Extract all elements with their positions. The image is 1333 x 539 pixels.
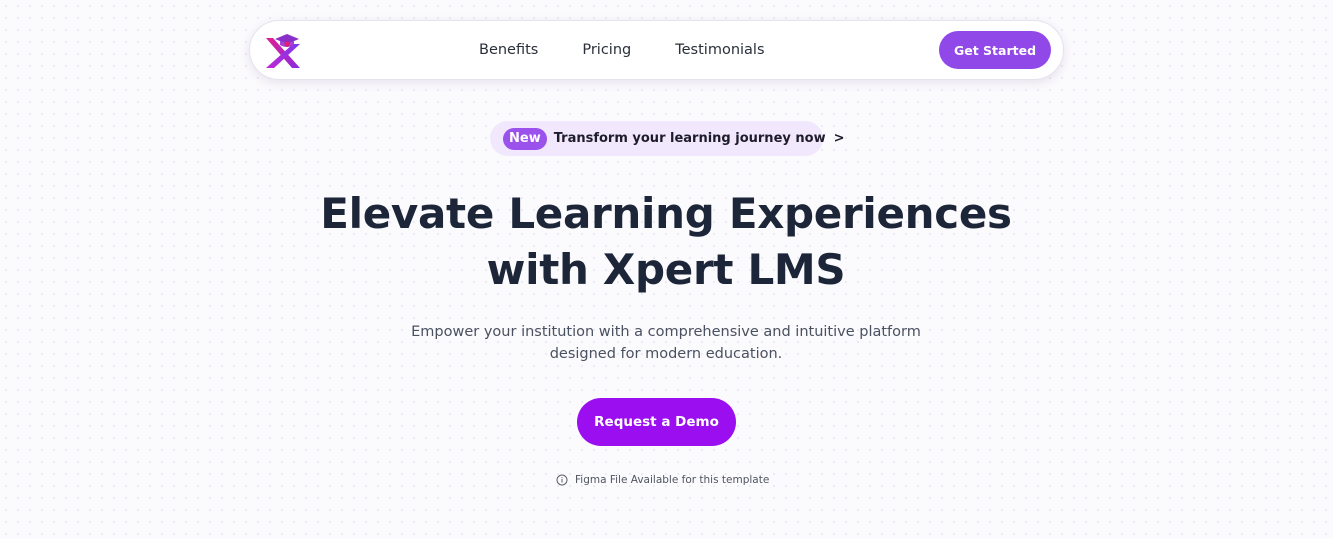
new-badge: New (503, 127, 547, 150)
xpert-logo-icon[interactable] (262, 30, 306, 72)
figma-note-text: Figma File Available for this template (575, 473, 770, 486)
hero-subtitle-line-1: Empower your institution with a comprehe… (411, 324, 921, 340)
nav-links: Benefits Pricing Testimonials (479, 21, 765, 79)
hero-subtitle-line-2: designed for modern education. (549, 346, 783, 362)
nav-link-testimonials[interactable]: Testimonials (675, 42, 764, 58)
request-demo-button[interactable]: Request a Demo (577, 398, 736, 446)
hero-title-line-1: Elevate Learning Experiences (320, 189, 1012, 238)
nav-link-pricing[interactable]: Pricing (582, 42, 631, 58)
hero-title: Elevate Learning Experiences with Xpert … (266, 186, 1066, 298)
chevron-right-icon: > (833, 131, 845, 146)
nav-link-benefits[interactable]: Benefits (479, 42, 538, 58)
announcement-text: Transform your learning journey now (553, 131, 826, 146)
figma-note: Figma File Available for this template (556, 472, 769, 487)
hero-subtitle: Empower your institution with a comprehe… (316, 321, 1016, 365)
announcement-pill[interactable]: New Transform your learning journey now … (490, 121, 844, 156)
get-started-button[interactable]: Get Started (939, 31, 1051, 69)
hero-title-line-2: with Xpert LMS (486, 245, 846, 294)
info-circle-icon (556, 474, 568, 485)
navbar: Benefits Pricing Testimonials Get Starte… (249, 20, 1064, 80)
